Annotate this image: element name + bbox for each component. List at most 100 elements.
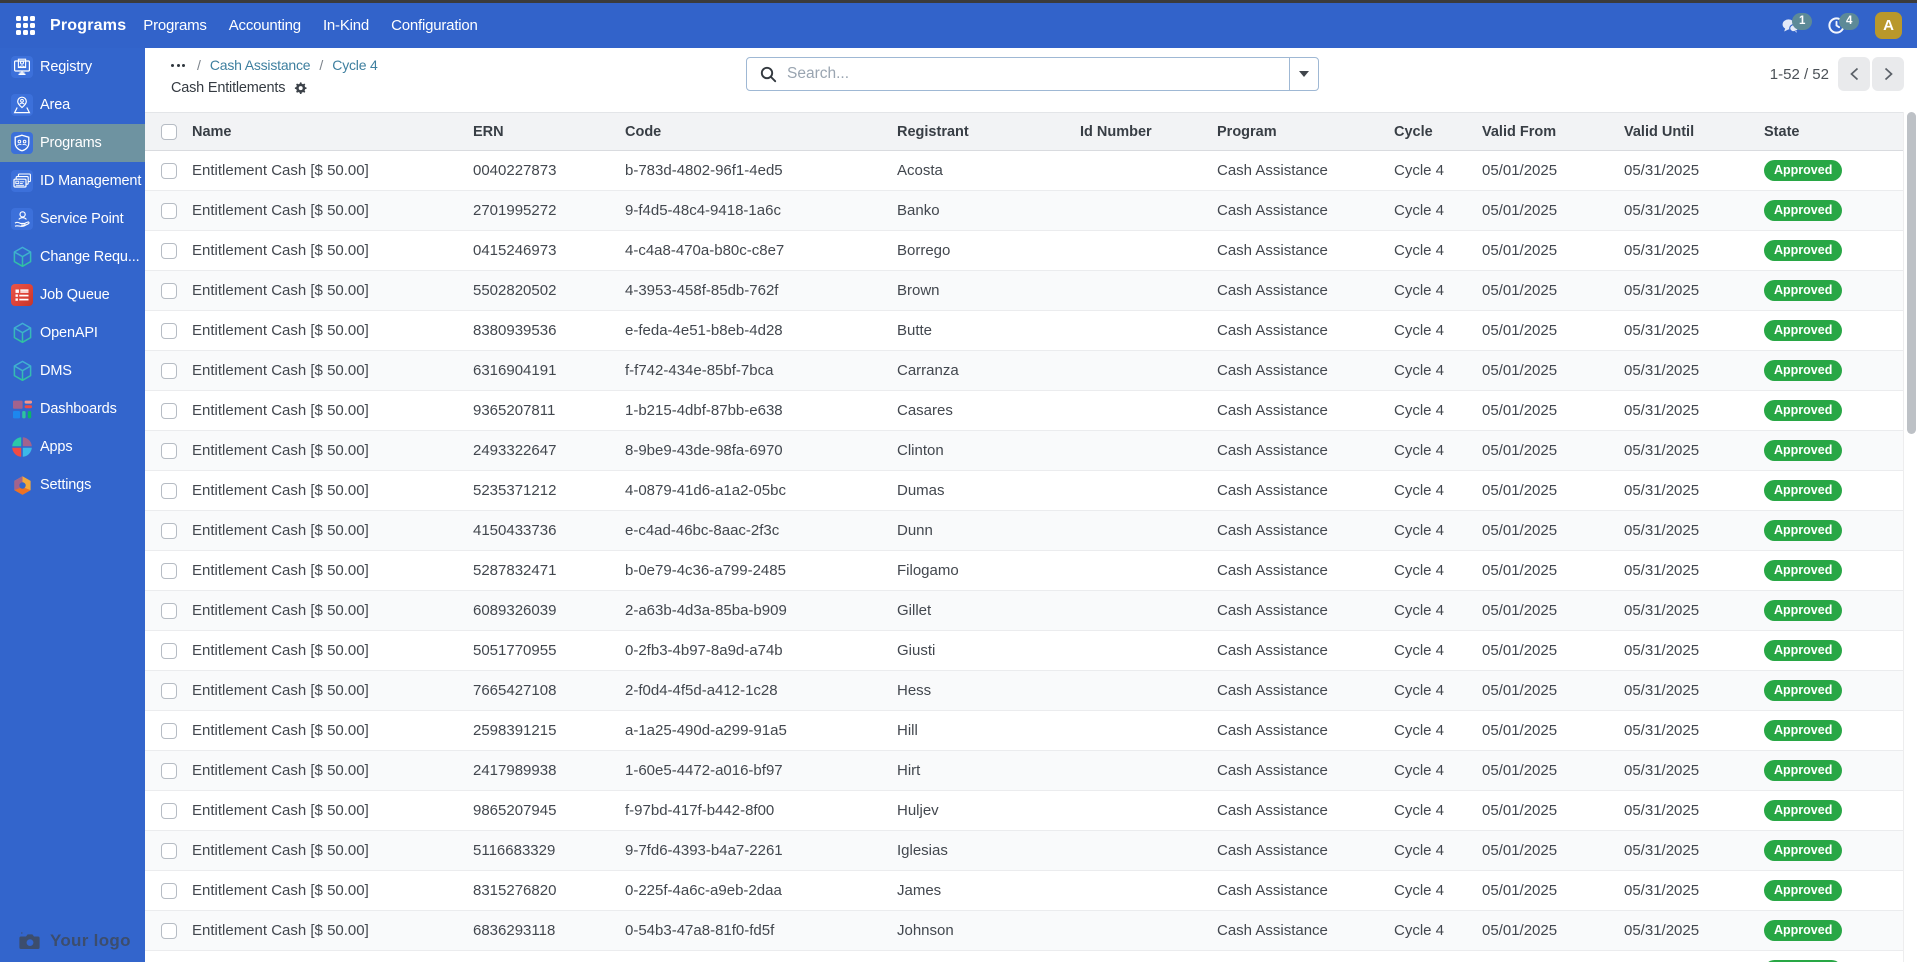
cell-ern[interactable]: 5235371212 xyxy=(473,470,625,511)
cell-ern[interactable]: 2598391215 xyxy=(473,710,625,751)
table-row[interactable]: Entitlement Cash [$ 50.00] 2701995272 9-… xyxy=(145,190,1903,231)
cell-registrant[interactable]: Butte xyxy=(897,310,1080,351)
cell-id-number[interactable] xyxy=(1080,150,1217,191)
cell-registrant[interactable]: Iglesias xyxy=(897,830,1080,871)
cell-cycle[interactable]: Cycle 4 xyxy=(1394,150,1482,191)
cell-state[interactable]: Approved xyxy=(1764,910,1903,951)
cell-state[interactable]: Approved xyxy=(1764,750,1903,791)
row-checkbox[interactable] xyxy=(161,642,177,659)
cell-name[interactable]: Entitlement Cash [$ 50.00] xyxy=(192,790,473,831)
cell-program[interactable]: Cash Assistance xyxy=(1217,390,1394,431)
cell-registrant[interactable]: Brown xyxy=(897,270,1080,311)
cell-cycle[interactable]: Cycle 4 xyxy=(1394,950,1482,962)
breadcrumb-link-cycle-4[interactable]: Cycle 4 xyxy=(332,57,377,73)
top-menu-item-programs[interactable]: Programs xyxy=(132,9,217,42)
cell-program[interactable]: Cash Assistance xyxy=(1217,630,1394,671)
cell-ern[interactable]: 6836293118 xyxy=(473,910,625,951)
cell-ern[interactable]: 4150433736 xyxy=(473,510,625,551)
cell-ern[interactable]: 6089326039 xyxy=(473,590,625,631)
cell-ern[interactable]: 2417989938 xyxy=(473,750,625,791)
cell-state[interactable]: Approved xyxy=(1764,270,1903,311)
cell-cycle[interactable]: Cycle 4 xyxy=(1394,390,1482,431)
cell-state[interactable]: Approved xyxy=(1764,790,1903,831)
cell-registrant[interactable]: Huljev xyxy=(897,790,1080,831)
cell-valid-until[interactable]: 05/31/2025 xyxy=(1624,390,1764,431)
cell-valid-from[interactable]: 05/01/2025 xyxy=(1482,830,1624,871)
cell-id-number[interactable] xyxy=(1080,230,1217,271)
sidebar-item-settings[interactable]: Settings xyxy=(0,466,145,504)
cell-valid-until[interactable]: 05/31/2025 xyxy=(1624,710,1764,751)
pager-previous-button[interactable] xyxy=(1838,57,1870,91)
cell-state[interactable]: Approved xyxy=(1764,350,1903,391)
cell-code[interactable]: 0-225f-4a6c-a9eb-2daa xyxy=(625,870,897,911)
top-menu-item-configuration[interactable]: Configuration xyxy=(380,9,489,42)
cell-state[interactable]: Approved xyxy=(1764,950,1903,962)
cell-id-number[interactable] xyxy=(1080,270,1217,311)
cell-name[interactable]: Entitlement Cash [$ 50.00] xyxy=(192,630,473,671)
cell-name[interactable]: Entitlement Cash [$ 50.00] xyxy=(192,470,473,511)
cell-valid-until[interactable]: 05/31/2025 xyxy=(1624,310,1764,351)
table-row[interactable]: Entitlement Cash [$ 50.00] 2598391215 a-… xyxy=(145,710,1903,751)
cell-id-number[interactable] xyxy=(1080,430,1217,471)
row-checkbox[interactable] xyxy=(161,482,177,499)
row-checkbox[interactable] xyxy=(161,202,177,219)
cell-name[interactable]: Entitlement Cash [$ 50.00] xyxy=(192,190,473,231)
cell-program[interactable]: Cash Assistance xyxy=(1217,910,1394,951)
cell-program[interactable]: Cash Assistance xyxy=(1217,750,1394,791)
cell-cycle[interactable]: Cycle 4 xyxy=(1394,470,1482,511)
cell-name[interactable]: Entitlement Cash [$ 50.00] xyxy=(192,950,473,962)
table-row[interactable]: Entitlement Cash [$ 50.00] 6836293118 0-… xyxy=(145,910,1903,951)
sidebar-item-programs[interactable]: Programs xyxy=(0,124,145,162)
cell-cycle[interactable]: Cycle 4 xyxy=(1394,230,1482,271)
cell-valid-from[interactable]: 05/01/2025 xyxy=(1482,310,1624,351)
cell-state[interactable]: Approved xyxy=(1764,190,1903,231)
column-header-code[interactable]: Code xyxy=(625,112,897,151)
cell-cycle[interactable]: Cycle 4 xyxy=(1394,670,1482,711)
cell-id-number[interactable] xyxy=(1080,590,1217,631)
cell-id-number[interactable] xyxy=(1080,670,1217,711)
table-row[interactable]: Entitlement Cash [$ 50.00] 6089326039 2-… xyxy=(145,590,1903,631)
sidebar-item-registry[interactable]: Registry xyxy=(0,48,145,86)
scrollbar-thumb[interactable] xyxy=(1906,112,1916,434)
row-checkbox[interactable] xyxy=(161,842,177,859)
cell-valid-from[interactable]: 05/01/2025 xyxy=(1482,750,1624,791)
cell-program[interactable]: Cash Assistance xyxy=(1217,710,1394,751)
cell-registrant[interactable]: Banko xyxy=(897,190,1080,231)
cell-cycle[interactable]: Cycle 4 xyxy=(1394,710,1482,751)
column-header-valid-from[interactable]: Valid From xyxy=(1482,112,1624,151)
table-row[interactable]: Entitlement Cash [$ 50.00] 8315276820 0-… xyxy=(145,870,1903,911)
cell-name[interactable]: Entitlement Cash [$ 50.00] xyxy=(192,230,473,271)
cell-registrant[interactable]: Clinton xyxy=(897,430,1080,471)
cell-name[interactable]: Entitlement Cash [$ 50.00] xyxy=(192,510,473,551)
cell-state[interactable]: Approved xyxy=(1764,830,1903,871)
cell-state[interactable]: Approved xyxy=(1764,150,1903,191)
table-row[interactable]: Entitlement Cash [$ 50.00] 9865207945 f-… xyxy=(145,790,1903,831)
cell-valid-until[interactable]: 05/31/2025 xyxy=(1624,590,1764,631)
column-header-id-number[interactable]: Id Number xyxy=(1080,112,1217,151)
cell-valid-until[interactable]: 05/31/2025 xyxy=(1624,950,1764,962)
cell-program[interactable]: Cash Assistance xyxy=(1217,950,1394,962)
cell-cycle[interactable]: Cycle 4 xyxy=(1394,790,1482,831)
cell-cycle[interactable]: Cycle 4 xyxy=(1394,750,1482,791)
cell-program[interactable]: Cash Assistance xyxy=(1217,230,1394,271)
cell-valid-until[interactable]: 05/31/2025 xyxy=(1624,150,1764,191)
cell-valid-from[interactable]: 05/01/2025 xyxy=(1482,550,1624,591)
row-checkbox[interactable] xyxy=(161,442,177,459)
cell-program[interactable]: Cash Assistance xyxy=(1217,830,1394,871)
row-checkbox[interactable] xyxy=(161,402,177,419)
cell-state[interactable]: Approved xyxy=(1764,430,1903,471)
cell-valid-from[interactable]: 05/01/2025 xyxy=(1482,270,1624,311)
cell-valid-until[interactable]: 05/31/2025 xyxy=(1624,630,1764,671)
cell-program[interactable]: Cash Assistance xyxy=(1217,550,1394,591)
column-header-name[interactable]: Name xyxy=(192,112,473,151)
cell-valid-from[interactable]: 05/01/2025 xyxy=(1482,790,1624,831)
row-checkbox[interactable] xyxy=(161,762,177,779)
user-avatar[interactable]: A xyxy=(1875,12,1902,39)
cell-id-number[interactable] xyxy=(1080,190,1217,231)
cell-code[interactable]: 4-0879-41d6-a1a2-05bc xyxy=(625,470,897,511)
cell-code[interactable]: 9-7fd6-4393-b4a7-2261 xyxy=(625,830,897,871)
cell-valid-from[interactable]: 05/01/2025 xyxy=(1482,390,1624,431)
table-row[interactable]: Entitlement Cash [$ 50.00] 7665427108 2-… xyxy=(145,670,1903,711)
cell-name[interactable]: Entitlement Cash [$ 50.00] xyxy=(192,390,473,431)
cell-registrant[interactable]: Acosta xyxy=(897,150,1080,191)
